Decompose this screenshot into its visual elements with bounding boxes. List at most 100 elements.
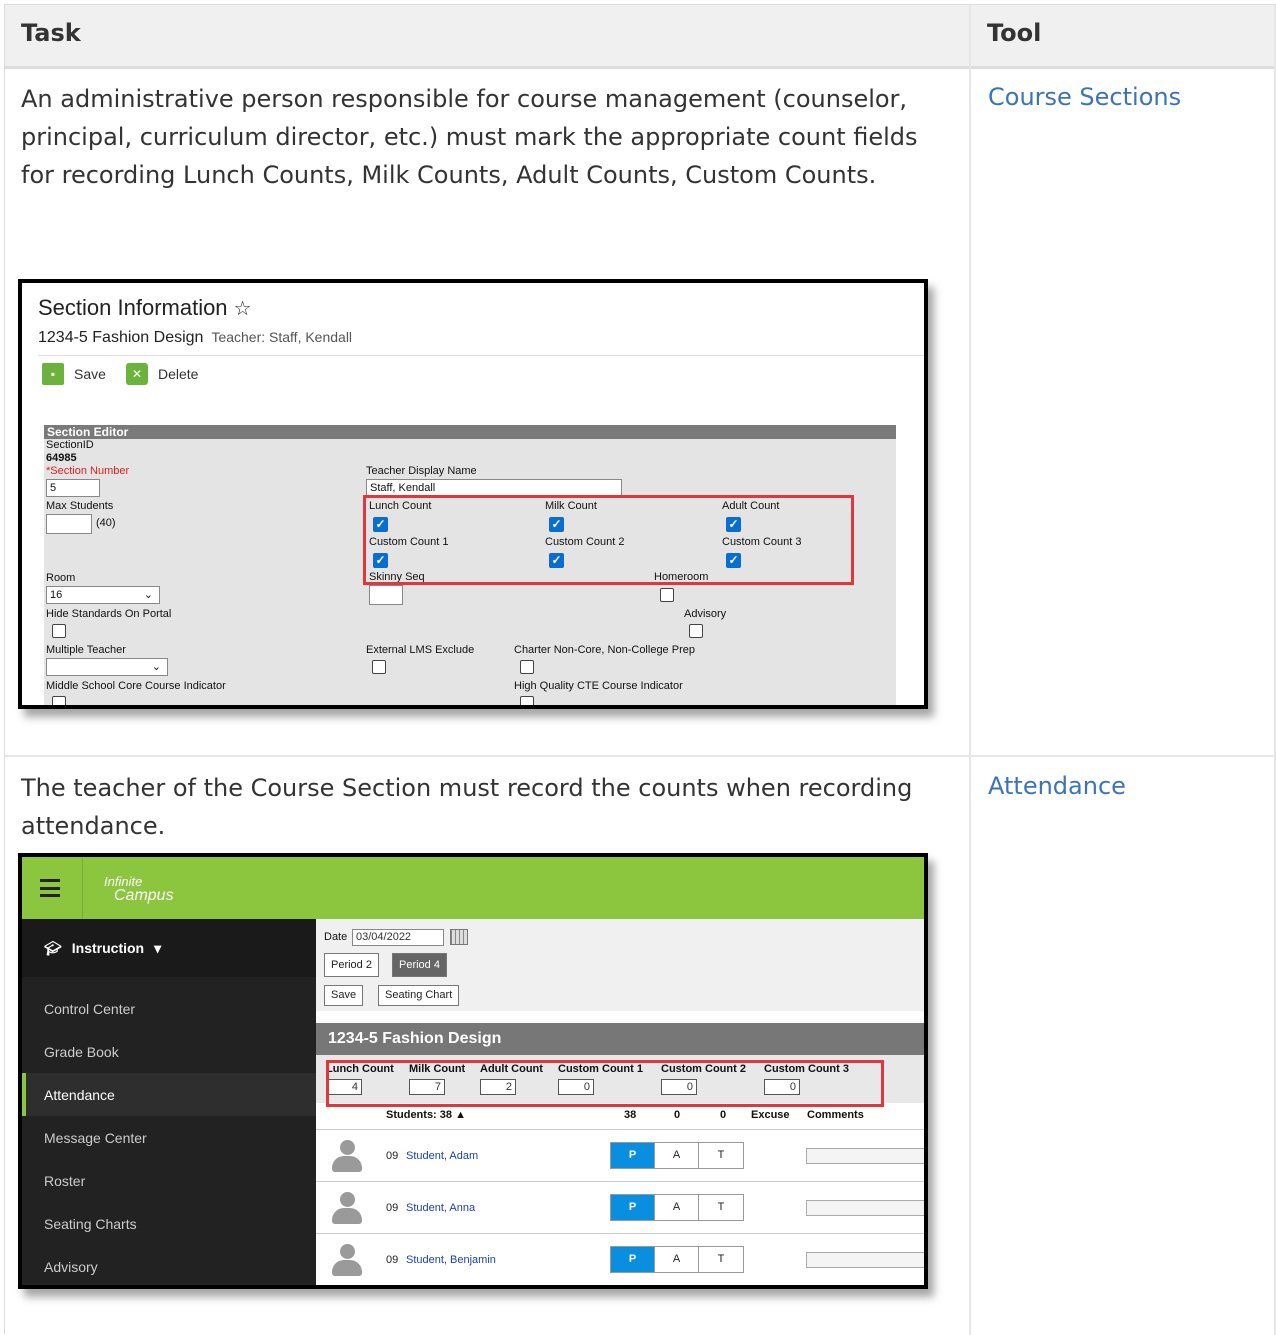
infinite-campus-logo: Infinite Campus bbox=[104, 874, 174, 904]
teacher-label: Teacher: Staff, Kendall bbox=[211, 329, 353, 345]
graduation-cap-icon: 🎓︎ bbox=[44, 939, 62, 956]
table-row: 09 Student, Anna PAT bbox=[316, 1181, 924, 1233]
charter-label: Charter Non-Core, Non-College Prep bbox=[514, 644, 695, 656]
counts-highlight bbox=[326, 1060, 884, 1107]
period-2-button[interactable]: Period 2 bbox=[324, 953, 379, 977]
chevron-down-icon: ⌄ bbox=[151, 661, 161, 673]
comment-input[interactable] bbox=[806, 1200, 924, 1216]
attendance-toggle: PAT bbox=[610, 1246, 744, 1273]
sidebar-item-control-center[interactable]: Control Center bbox=[22, 987, 316, 1030]
table-row: 09 Student, Benjamin PAT bbox=[316, 1233, 924, 1285]
task-column-header: Task bbox=[5, 5, 969, 69]
advisory-label: Advisory bbox=[684, 608, 727, 620]
sidebar-item-attendance[interactable]: Attendance bbox=[22, 1073, 316, 1116]
absent-button[interactable]: A bbox=[655, 1195, 699, 1220]
attendance-toggle: PAT bbox=[610, 1142, 744, 1169]
middle-school-checkbox[interactable] bbox=[52, 696, 66, 705]
comment-input[interactable] bbox=[806, 1148, 924, 1164]
multiple-teacher-label: Multiple Teacher bbox=[46, 644, 126, 656]
tool-column-header: Tool bbox=[971, 5, 1276, 69]
student-name-link[interactable]: Student, Benjamin bbox=[406, 1254, 496, 1266]
student-grade: 09 bbox=[386, 1254, 399, 1266]
task-description-1: An administrative person responsible for… bbox=[21, 85, 918, 189]
high-quality-cte-checkbox[interactable] bbox=[520, 696, 534, 705]
section-id-value: 64985 bbox=[46, 452, 77, 464]
student-name-link[interactable]: Student, Adam bbox=[406, 1150, 478, 1162]
save-button[interactable]: Save bbox=[324, 985, 364, 1006]
high-quality-cte-label: High Quality CTE Course Indicator bbox=[514, 680, 683, 692]
present-button[interactable]: P bbox=[611, 1143, 655, 1168]
room-select[interactable]: 16 ⌄ bbox=[46, 586, 160, 604]
date-input[interactable]: 03/04/2022 bbox=[352, 929, 444, 946]
students-header[interactable]: Students: 38 ▲ bbox=[386, 1109, 466, 1121]
comments-header: Comments bbox=[807, 1109, 864, 1121]
middle-school-label: Middle School Core Course Indicator bbox=[46, 680, 226, 692]
charter-checkbox[interactable] bbox=[520, 660, 534, 674]
section-id-label: SectionID bbox=[46, 439, 94, 451]
present-total: 38 bbox=[624, 1109, 637, 1121]
hide-standards-checkbox[interactable] bbox=[52, 624, 66, 638]
save-button[interactable]: ▪ Save bbox=[42, 363, 106, 385]
student-name-link[interactable]: Student, Anna bbox=[406, 1202, 475, 1214]
max-students-label: Max Students bbox=[46, 500, 114, 512]
course-sections-link[interactable]: Course Sections bbox=[988, 83, 1181, 111]
sidebar: 🎓︎ Instruction ▾ Control Center Grade Book… bbox=[22, 919, 316, 1285]
caret-down-icon: ▾ bbox=[154, 939, 162, 956]
menu-icon[interactable] bbox=[40, 879, 60, 897]
hide-standards-label: Hide Standards On Portal bbox=[46, 608, 172, 620]
top-bar: Infinite Campus bbox=[22, 857, 924, 919]
table-row: 09 Student, Adam PAT bbox=[316, 1129, 924, 1181]
absent-total: 0 bbox=[674, 1109, 681, 1121]
absent-button[interactable]: A bbox=[655, 1247, 699, 1272]
tardy-button[interactable]: T bbox=[699, 1195, 743, 1220]
student-grade: 09 bbox=[386, 1202, 399, 1214]
max-students-input[interactable] bbox=[46, 514, 92, 534]
section-editor-title: Section Editor bbox=[44, 425, 896, 439]
room-label: Room bbox=[46, 572, 76, 584]
counts-highlight bbox=[363, 495, 854, 585]
excuse-header: Excuse bbox=[751, 1109, 790, 1121]
external-lms-checkbox[interactable] bbox=[372, 660, 386, 674]
attendance-link[interactable]: Attendance bbox=[988, 772, 1126, 800]
attendance-screenshot: Infinite Campus 🎓︎ Instruction ▾ Control C… bbox=[18, 853, 928, 1289]
advisory-checkbox[interactable] bbox=[689, 624, 703, 638]
sidebar-item-advisory[interactable]: Advisory bbox=[22, 1245, 316, 1285]
save-icon: ▪ bbox=[42, 363, 64, 385]
course-title: 1234-5 Fashion Design bbox=[38, 329, 204, 346]
delete-icon: ✕ bbox=[126, 363, 148, 385]
sidebar-item-grade-book[interactable]: Grade Book bbox=[22, 1030, 316, 1073]
tardy-total: 0 bbox=[720, 1109, 727, 1121]
external-lms-label: External LMS Exclude bbox=[366, 644, 475, 656]
section-information-screenshot: Section Information ☆ 1234-5 Fashion Des… bbox=[18, 279, 928, 709]
present-button[interactable]: P bbox=[611, 1195, 655, 1220]
seating-chart-button[interactable]: Seating Chart bbox=[378, 985, 460, 1006]
task-description-2: The teacher of the Course Section must r… bbox=[21, 774, 913, 840]
skinny-seq-input[interactable] bbox=[369, 585, 403, 605]
avatar bbox=[332, 1140, 362, 1172]
instruction-menu[interactable]: 🎓︎ Instruction ▾ bbox=[22, 919, 316, 977]
tardy-button[interactable]: T bbox=[699, 1143, 743, 1168]
period-4-button[interactable]: Period 4 bbox=[392, 953, 447, 977]
absent-button[interactable]: A bbox=[655, 1143, 699, 1168]
section-information-title: Section Information bbox=[38, 295, 228, 320]
chevron-down-icon: ⌄ bbox=[143, 589, 153, 601]
multiple-teacher-select[interactable]: ⌄ bbox=[46, 658, 168, 676]
sidebar-item-roster[interactable]: Roster bbox=[22, 1159, 316, 1202]
homeroom-checkbox[interactable] bbox=[660, 588, 674, 602]
section-title-bar: 1234-5 Fashion Design bbox=[316, 1023, 924, 1055]
student-grade: 09 bbox=[386, 1150, 399, 1162]
sidebar-item-message-center[interactable]: Message Center bbox=[22, 1116, 316, 1159]
sidebar-item-seating-charts[interactable]: Seating Charts bbox=[22, 1202, 316, 1245]
avatar bbox=[332, 1244, 362, 1276]
sort-up-icon: ▲ bbox=[455, 1109, 466, 1121]
tardy-button[interactable]: T bbox=[699, 1247, 743, 1272]
comment-input[interactable] bbox=[806, 1252, 924, 1268]
section-number-label: *Section Number bbox=[46, 465, 130, 477]
max-students-hint: (40) bbox=[96, 517, 116, 529]
section-number-input[interactable]: 5 bbox=[46, 479, 100, 497]
star-icon[interactable]: ☆ bbox=[234, 298, 252, 320]
calendar-icon[interactable] bbox=[450, 929, 468, 945]
delete-button[interactable]: ✕ Delete bbox=[126, 363, 198, 385]
date-label: Date bbox=[324, 931, 348, 943]
present-button[interactable]: P bbox=[611, 1247, 655, 1272]
